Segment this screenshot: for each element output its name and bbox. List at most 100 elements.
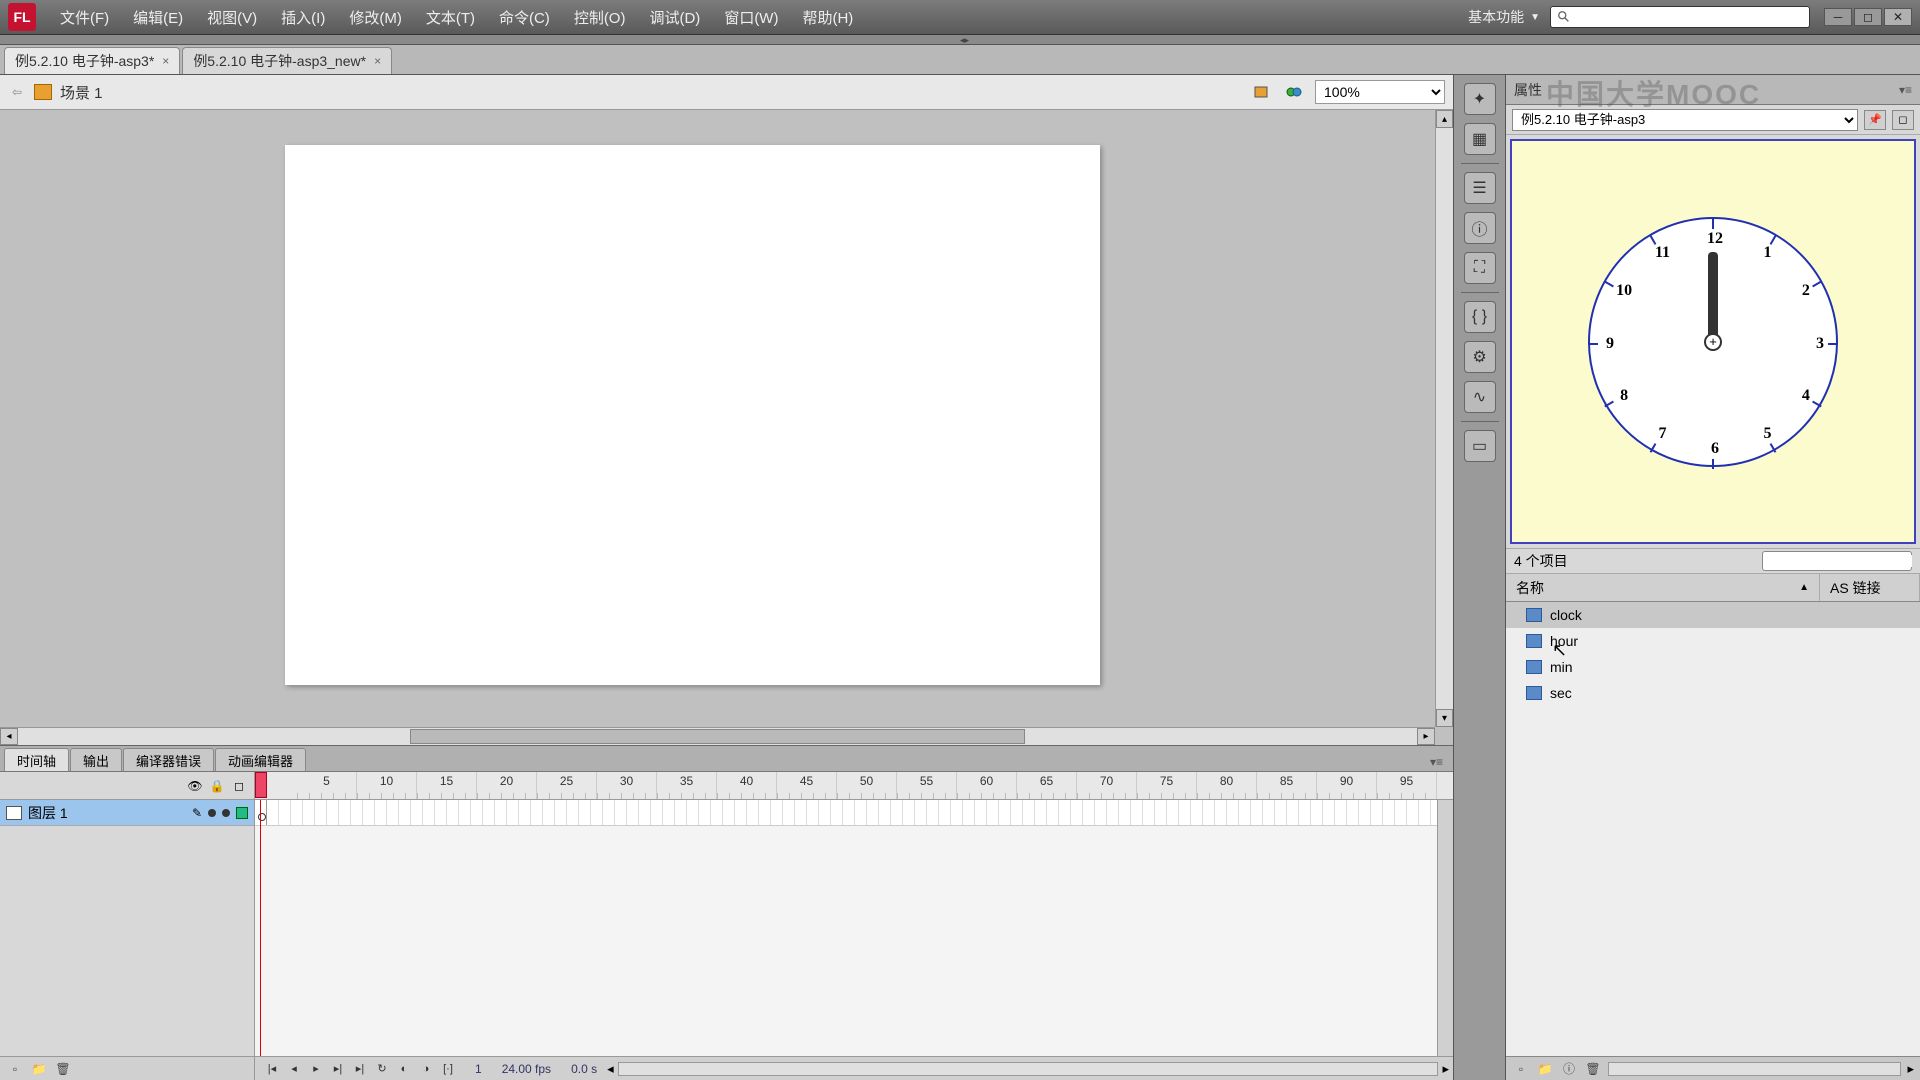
layer-row[interactable]: 图层 1 ✎ [0, 800, 254, 826]
library-icon[interactable]: ▦ [1464, 123, 1496, 155]
delete-button[interactable]: 🗑 [1584, 1061, 1602, 1077]
menu-insert[interactable]: 插入(I) [271, 3, 335, 32]
sort-icon[interactable]: ▲ [1799, 582, 1809, 593]
menu-control[interactable]: 控制(O) [564, 3, 636, 32]
panel-menu-icon[interactable]: ▾≡ [1899, 83, 1912, 97]
step-forward-icon[interactable]: ▸| [329, 1061, 347, 1077]
properties-button[interactable]: ⓘ [1560, 1061, 1578, 1077]
menu-text[interactable]: 文本(T) [416, 3, 485, 32]
minimize-button[interactable]: ─ [1824, 8, 1852, 26]
stage-content[interactable] [0, 110, 1435, 727]
menu-debug[interactable]: 调试(D) [639, 3, 710, 32]
ruler-tick[interactable]: 70 [1077, 772, 1137, 799]
pin-library-icon[interactable]: 📌 [1864, 110, 1886, 130]
tab-output[interactable]: 输出 [70, 748, 122, 771]
collapse-bar[interactable]: ◂▸ [0, 35, 1920, 45]
ruler-tick[interactable]: 25 [537, 772, 597, 799]
ruler-tick[interactable]: 75 [1137, 772, 1197, 799]
goto-first-icon[interactable]: |◂ [263, 1061, 281, 1077]
outline-icon[interactable]: ◻ [232, 779, 246, 793]
menu-window[interactable]: 窗口(W) [714, 3, 788, 32]
close-icon[interactable]: × [162, 54, 169, 68]
new-folder-button[interactable]: 📁 [30, 1060, 48, 1078]
library-item[interactable]: min [1506, 654, 1920, 680]
maximize-button[interactable]: ◻ [1854, 8, 1882, 26]
stage[interactable]: ▴ ▾ ◂ ▸ [0, 110, 1453, 745]
menu-help[interactable]: 帮助(H) [792, 3, 863, 32]
loop-icon[interactable]: ↻ [373, 1061, 391, 1077]
ruler-tick[interactable]: 90 [1317, 772, 1377, 799]
components-icon[interactable]: ⚙ [1464, 341, 1496, 373]
frames-vscroll[interactable] [1437, 800, 1453, 1056]
new-layer-button[interactable]: ▫ [6, 1060, 24, 1078]
scroll-right-icon[interactable]: ▸ [1417, 728, 1435, 745]
scene-back-icon[interactable]: ⇦ [8, 83, 26, 101]
new-library-icon[interactable]: ◻ [1892, 110, 1914, 130]
frame-ruler[interactable]: 5101520253035404550556065707580859095 [255, 772, 1453, 799]
scroll-right-icon[interactable]: ▸ [1442, 1061, 1449, 1077]
scroll-track[interactable] [618, 1062, 1439, 1076]
close-button[interactable]: ✕ [1884, 8, 1912, 26]
library-hscroll[interactable] [1608, 1062, 1901, 1076]
library-item[interactable]: hour [1506, 628, 1920, 654]
vertical-scrollbar[interactable]: ▴ ▾ [1435, 110, 1453, 727]
horizontal-scrollbar[interactable]: ◂ ▸ [0, 727, 1435, 745]
align-icon[interactable]: ☰ [1464, 172, 1496, 204]
ruler-tick[interactable]: 10 [357, 772, 417, 799]
new-symbol-button[interactable]: ▫ [1512, 1061, 1530, 1077]
eye-icon[interactable]: 👁 [188, 779, 202, 793]
play-icon[interactable]: ▸ [307, 1061, 325, 1077]
onion-skin-icon[interactable]: ◐ [395, 1061, 413, 1077]
search-input[interactable] [1575, 10, 1803, 24]
timeline-hscroll[interactable]: ◂ ▸ [607, 1061, 1453, 1077]
edit-scene-icon[interactable] [1251, 81, 1273, 103]
workspace-switcher[interactable]: 基本功能 ▼ [1468, 7, 1540, 27]
scroll-thumb[interactable] [410, 729, 1026, 744]
project-icon[interactable]: ▭ [1464, 430, 1496, 462]
tab-timeline[interactable]: 时间轴 [4, 748, 69, 771]
ruler-tick[interactable]: 95 [1377, 772, 1437, 799]
ruler-tick[interactable]: 5 [297, 772, 357, 799]
ruler-tick[interactable]: 80 [1197, 772, 1257, 799]
ruler-tick[interactable]: 50 [837, 772, 897, 799]
ruler-tick[interactable]: 20 [477, 772, 537, 799]
menu-view[interactable]: 视图(V) [197, 3, 267, 32]
scroll-down-icon[interactable]: ▾ [1436, 709, 1453, 727]
lock-dot[interactable] [222, 809, 230, 817]
delete-layer-button[interactable]: 🗑 [54, 1060, 72, 1078]
scroll-up-icon[interactable]: ▴ [1436, 110, 1453, 128]
scroll-left-icon[interactable]: ◂ [0, 728, 18, 745]
ruler-tick[interactable]: 45 [777, 772, 837, 799]
frames-column[interactable] [255, 800, 1453, 1056]
motion-presets-icon[interactable]: ∿ [1464, 381, 1496, 413]
ruler-tick[interactable]: 15 [417, 772, 477, 799]
visibility-dot[interactable] [208, 809, 216, 817]
onion-outline-icon[interactable]: ◑ [417, 1061, 435, 1077]
library-item[interactable]: sec [1506, 680, 1920, 706]
ruler-tick[interactable]: 30 [597, 772, 657, 799]
menu-file[interactable]: 文件(F) [50, 3, 119, 32]
tab-motion-editor[interactable]: 动画编辑器 [215, 748, 306, 771]
doc-tab-2[interactable]: 例5.2.10 电子钟-asp3_new* × [182, 47, 392, 74]
ruler-tick[interactable]: 60 [957, 772, 1017, 799]
menu-commands[interactable]: 命令(C) [489, 3, 560, 32]
ruler-tick[interactable]: 65 [1017, 772, 1077, 799]
library-search-input[interactable] [1770, 555, 1912, 567]
transform-icon[interactable]: ⛶ [1464, 252, 1496, 284]
goto-last-icon[interactable]: ▸| [351, 1061, 369, 1077]
library-search[interactable] [1762, 551, 1912, 571]
new-folder-button[interactable]: 📁 [1536, 1061, 1554, 1077]
tab-compiler-errors[interactable]: 编译器错误 [123, 748, 214, 771]
search-box[interactable] [1550, 6, 1810, 28]
scroll-track[interactable] [18, 728, 1417, 745]
step-back-icon[interactable]: ◂ [285, 1061, 303, 1077]
scroll-right-icon[interactable]: ▸ [1907, 1061, 1914, 1077]
column-linkage[interactable]: AS 链接 [1820, 574, 1920, 601]
code-snippets-icon[interactable]: { } [1464, 301, 1496, 333]
edit-multiple-icon[interactable]: [·] [439, 1061, 457, 1077]
menu-edit[interactable]: 编辑(E) [123, 3, 193, 32]
panel-menu-icon[interactable]: ▾≡ [1426, 753, 1447, 771]
close-icon[interactable]: × [374, 54, 381, 68]
outline-color[interactable] [236, 807, 248, 819]
ruler-tick[interactable]: 55 [897, 772, 957, 799]
